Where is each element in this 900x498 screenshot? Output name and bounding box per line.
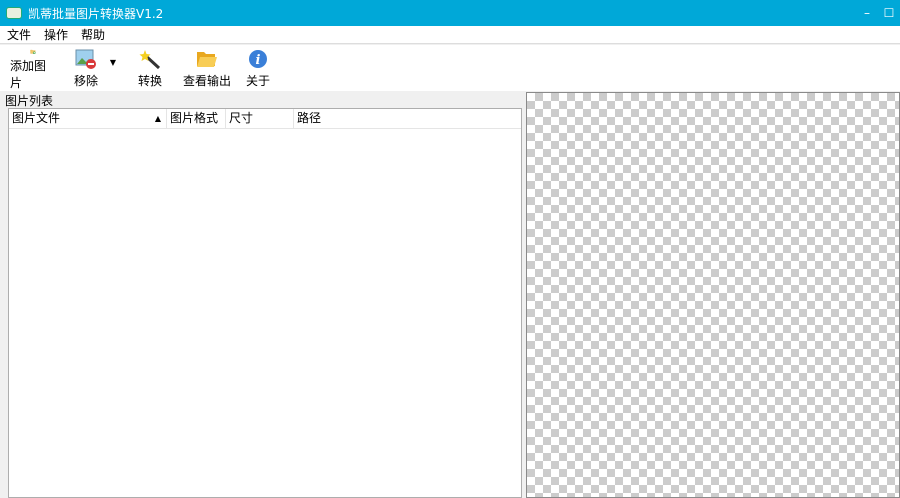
column-header-path[interactable]: 路径 — [294, 109, 521, 128]
column-header-format[interactable]: 图片格式 — [167, 109, 226, 128]
svg-text:i: i — [256, 53, 261, 68]
remove-dropdown-arrow[interactable]: ▼ — [106, 39, 120, 85]
open-folder-icon — [197, 52, 217, 67]
column-header-file[interactable]: 图片文件 ▲ — [9, 109, 167, 128]
add-image-folder-icon — [30, 49, 36, 54]
title-bar: 凯蒂批量图片转换器V1.2 – ☐ — [0, 0, 900, 26]
info-icon: i — [249, 50, 267, 68]
convert-button[interactable]: 转换 — [130, 45, 170, 91]
minimize-button[interactable]: – — [856, 0, 878, 26]
remove-button[interactable]: 移除 — [66, 45, 106, 91]
menu-bar: 文件 操作 帮助 — [0, 26, 900, 44]
window-title: 凯蒂批量图片转换器V1.2 — [28, 6, 164, 21]
add-image-button[interactable]: 添加图片 — [10, 45, 56, 91]
menu-operate[interactable]: 操作 — [38, 26, 74, 43]
image-list[interactable]: 图片文件 ▲ 图片格式 尺寸 路径 — [8, 108, 522, 498]
remove-image-icon — [75, 49, 96, 69]
image-list-label: 图片列表 — [5, 94, 54, 108]
sort-ascending-icon: ▲ — [154, 114, 161, 123]
image-preview — [526, 92, 900, 498]
about-button[interactable]: i 关于 — [240, 45, 276, 91]
app-icon — [6, 7, 22, 19]
column-header-size[interactable]: 尺寸 — [226, 109, 294, 128]
view-output-button[interactable]: 查看输出 — [182, 45, 232, 91]
list-header: 图片文件 ▲ 图片格式 尺寸 路径 — [9, 109, 521, 129]
toolbar: 添加图片 移除 ▼ 转换 查看输出 i 关于 — [0, 45, 900, 91]
magic-wand-icon — [139, 50, 161, 69]
menu-file[interactable]: 文件 — [1, 26, 37, 43]
maximize-button[interactable]: ☐ — [878, 0, 900, 26]
